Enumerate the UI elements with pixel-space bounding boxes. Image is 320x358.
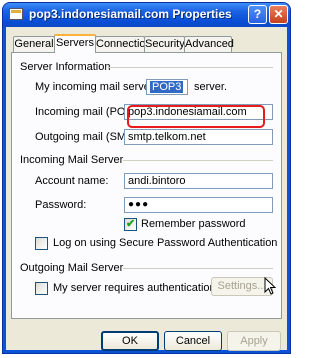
account-name-label: Account name: — [35, 175, 109, 187]
smtp-highlight-ring — [127, 105, 265, 128]
divider — [123, 268, 273, 269]
mail-account-icon — [9, 8, 23, 20]
ok-button[interactable]: OK — [101, 331, 159, 351]
server-requires-auth-label: My server requires authentication — [53, 282, 216, 294]
dialog-title: pop3.indonesiamail.com Properties — [29, 7, 232, 21]
tab-advanced[interactable]: Advanced — [184, 36, 234, 52]
remember-password-label: Remember password — [141, 218, 246, 230]
outgoing-mail-server-heading: Outgoing Mail Server — [20, 262, 124, 274]
password-input[interactable]: ●●● — [124, 197, 273, 213]
servers-panel: Server Information My incoming mail serv… — [11, 52, 282, 319]
properties-dialog: pop3.indonesiamail.com Properties ? ✕ Ge… — [2, 2, 291, 354]
spa-label: Log on using Secure Password Authenticat… — [53, 237, 278, 249]
dialog-body: General Servers Connection Security Adva… — [6, 27, 287, 351]
title-bar[interactable]: pop3.indonesiamail.com Properties ? ✕ — [3, 3, 290, 27]
server-information-heading: Server Information — [20, 61, 111, 73]
smtp-server-input[interactable]: smtp.telkom.net — [124, 129, 273, 145]
divider — [123, 160, 273, 161]
incoming-type-suffix: server. — [194, 81, 228, 93]
tab-servers[interactable]: Servers — [54, 34, 96, 53]
incoming-type-value: POP3 — [150, 81, 184, 93]
mouse-pointer-icon — [264, 277, 276, 295]
cancel-button[interactable]: Cancel — [164, 331, 222, 351]
apply-button[interactable]: Apply — [227, 331, 281, 351]
spa-checkbox[interactable] — [35, 237, 48, 250]
remember-password-checkbox[interactable]: ✔ — [124, 218, 137, 231]
incoming-mail-server-heading: Incoming Mail Server — [20, 154, 124, 166]
tab-security[interactable]: Security — [144, 36, 185, 52]
tab-connection[interactable]: Connection — [95, 36, 152, 52]
checkmark-icon: ✔ — [126, 218, 136, 230]
help-button[interactable]: ? — [248, 5, 267, 24]
divider — [108, 67, 273, 68]
incoming-type-field: POP3 — [146, 79, 188, 95]
close-button[interactable]: ✕ — [269, 5, 288, 24]
server-requires-auth-checkbox[interactable] — [35, 282, 48, 295]
account-name-input[interactable]: andi.bintoro — [124, 173, 273, 189]
password-label: Password: — [35, 199, 87, 211]
tab-general[interactable]: General — [13, 36, 55, 52]
